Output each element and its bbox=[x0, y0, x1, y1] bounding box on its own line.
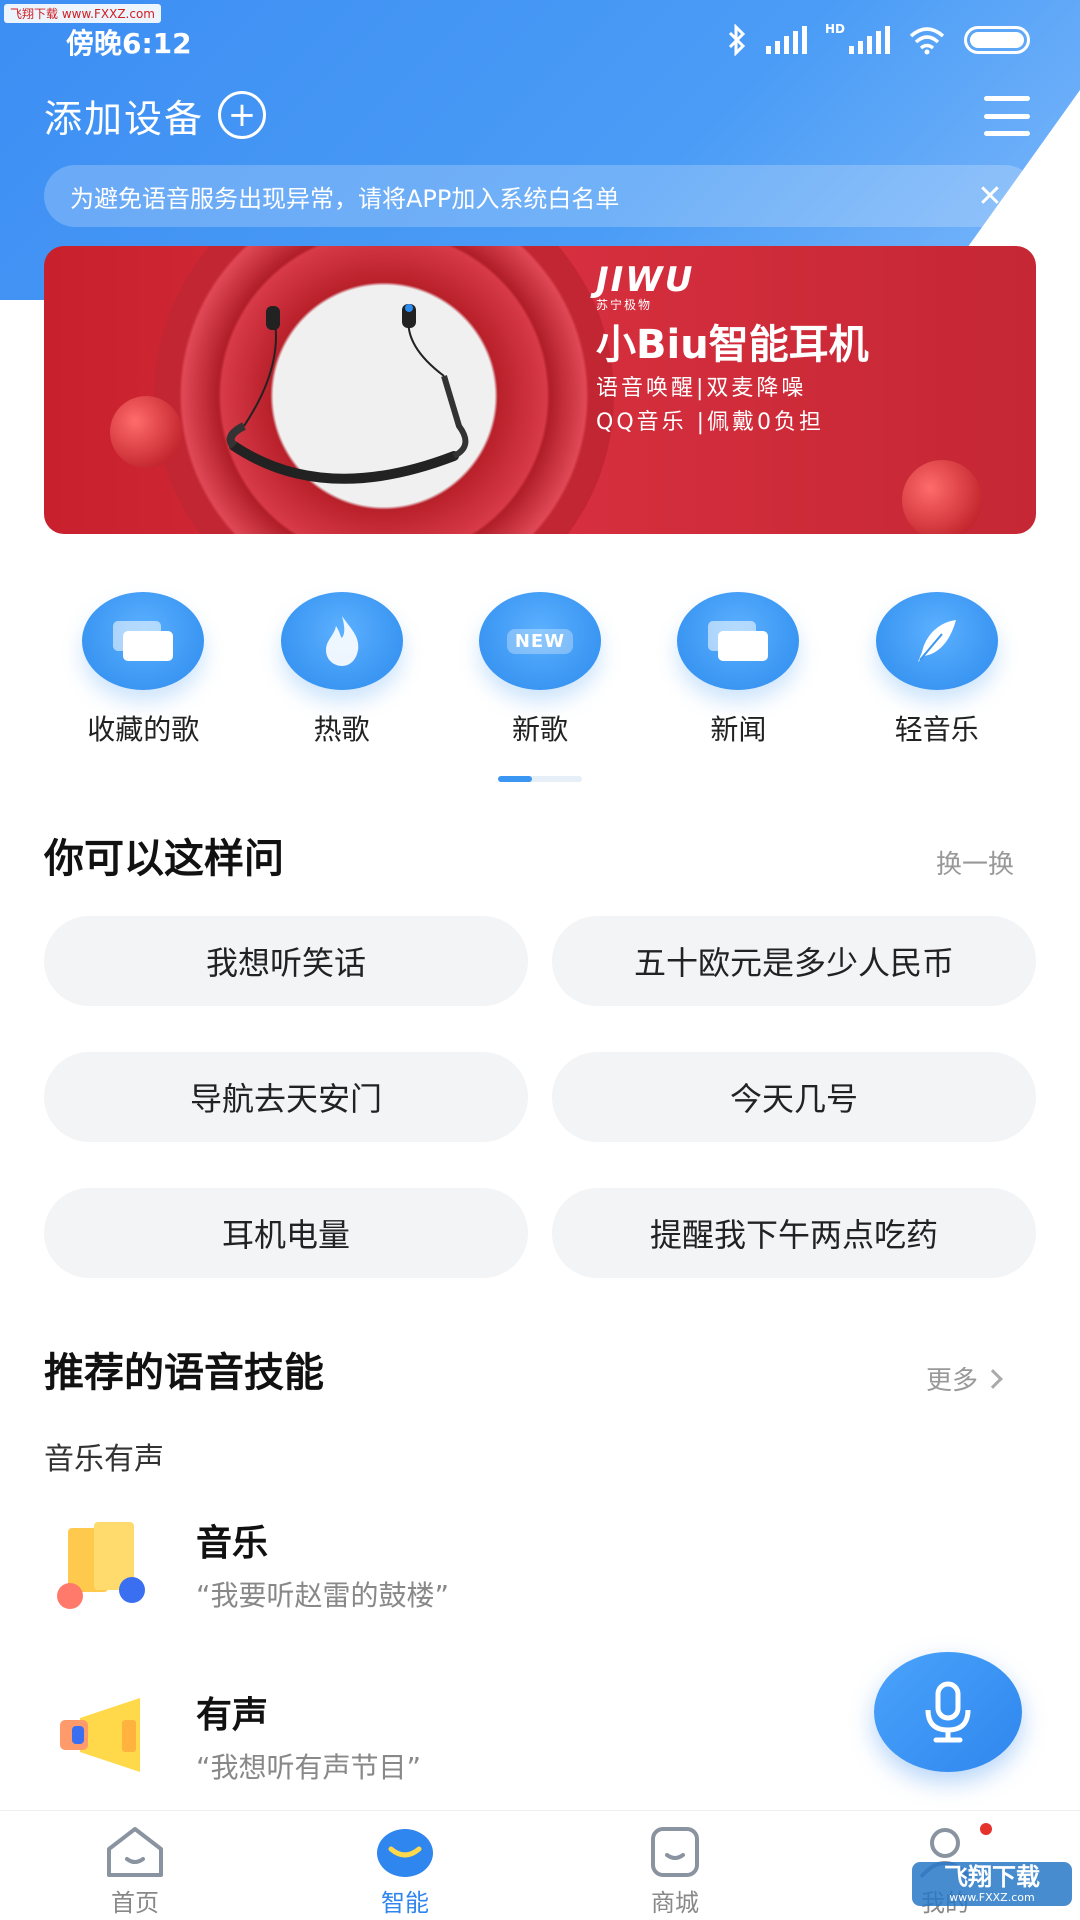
banner-feature-line-2: QQ音乐 |佩戴0负担 bbox=[596, 410, 825, 435]
skill-name: 音乐 bbox=[196, 1523, 269, 1564]
tab-smart[interactable]: 智能 bbox=[270, 1811, 540, 1920]
tab-label: 商城 bbox=[651, 1889, 699, 1917]
whitelist-notice: 为避免语音服务出现异常，请将APP加入系统白名单 ✕ bbox=[44, 165, 1036, 227]
chevron-right-icon bbox=[983, 1368, 1003, 1389]
category-light-music[interactable]: 轻音乐 bbox=[838, 592, 1036, 748]
suggestion-chip[interactable]: 耳机电量 bbox=[44, 1188, 528, 1278]
feather-icon bbox=[875, 592, 998, 690]
category-page-indicator bbox=[498, 776, 582, 782]
flame-icon bbox=[280, 592, 403, 690]
suggestion-chip[interactable]: 提醒我下午两点吃药 bbox=[552, 1188, 1036, 1278]
audio-skill-icon bbox=[60, 1698, 140, 1772]
news-icon bbox=[677, 592, 800, 690]
category-news[interactable]: 新闻 bbox=[639, 592, 837, 748]
banner-brand: JIWU 苏宁极物 bbox=[596, 260, 694, 313]
smart-icon bbox=[377, 1829, 433, 1877]
shop-icon bbox=[651, 1827, 699, 1877]
add-device-button[interactable]: + bbox=[218, 91, 267, 139]
banner-title: 小Biu智能耳机 bbox=[596, 322, 869, 368]
skills-section-title: 推荐的语音技能 bbox=[44, 1350, 324, 1396]
voice-input-button[interactable] bbox=[874, 1652, 1022, 1772]
wifi-icon bbox=[909, 27, 945, 55]
tab-label: 智能 bbox=[381, 1889, 429, 1917]
network-type-label: HD bbox=[824, 22, 845, 36]
category-hot-songs[interactable]: 热歌 bbox=[242, 592, 440, 748]
microphone-icon bbox=[925, 1681, 971, 1743]
suggestion-chip[interactable]: 我想听笑话 bbox=[44, 916, 528, 1006]
watermark-bottom: 飞翔下载 www.FXXZ.com bbox=[912, 1862, 1072, 1906]
notification-badge bbox=[980, 1823, 992, 1835]
status-bar: 傍晚6:12 HD bbox=[0, 0, 1080, 80]
menu-icon[interactable] bbox=[984, 96, 1030, 136]
music-skill-icon bbox=[57, 1522, 145, 1609]
watermark-title: 飞翔下载 bbox=[944, 1863, 1040, 1891]
refresh-button[interactable]: 换一换 bbox=[936, 844, 1014, 881]
category-label: 轻音乐 bbox=[894, 713, 979, 746]
category-label: 热歌 bbox=[313, 713, 370, 746]
watermark-url: www.FXXZ.com bbox=[949, 1891, 1035, 1904]
suggestion-chip[interactable]: 导航去天安门 bbox=[44, 1052, 528, 1142]
promo-banner[interactable]: JIWU 苏宁极物 小Biu智能耳机 语音唤醒|双麦降噪 QQ音乐 |佩戴0负担 bbox=[44, 246, 1036, 534]
status-icons: HD bbox=[726, 22, 1030, 58]
tab-label: 首页 bbox=[111, 1889, 159, 1917]
suggestion-chip[interactable]: 五十欧元是多少人民币 bbox=[552, 916, 1036, 1006]
close-icon[interactable]: ✕ bbox=[970, 179, 1010, 214]
ask-section-title: 你可以这样问 bbox=[44, 836, 284, 882]
more-label: 更多 bbox=[926, 1366, 979, 1396]
category-row: 收藏的歌 热歌 NEW 新歌 新闻 轻音乐 bbox=[44, 592, 1036, 748]
signal-hd-icon bbox=[849, 26, 890, 54]
add-device-row[interactable]: 添加设备 + bbox=[44, 88, 267, 142]
new-icon: NEW bbox=[478, 592, 601, 690]
notice-text: 为避免语音服务出现异常，请将APP加入系统白名单 bbox=[70, 184, 620, 213]
category-new-songs[interactable]: NEW 新歌 bbox=[441, 592, 639, 748]
category-label: 新闻 bbox=[710, 713, 767, 746]
skill-example: “我要听赵雷的鼓楼” bbox=[196, 1579, 450, 1612]
page-title: 添加设备 bbox=[44, 96, 205, 141]
category-label: 新歌 bbox=[511, 713, 568, 746]
skill-example: “我想听有声节目” bbox=[196, 1751, 422, 1784]
battery-icon bbox=[964, 26, 1030, 54]
banner-ball-decoration bbox=[110, 396, 182, 468]
banner-feature-line-1: 语音唤醒|双麦降噪 bbox=[596, 376, 807, 401]
more-button[interactable]: 更多 bbox=[926, 1360, 1003, 1397]
tab-mall[interactable]: 商城 bbox=[540, 1811, 810, 1920]
earphone-image bbox=[226, 304, 469, 484]
cards-icon bbox=[82, 592, 205, 690]
category-label: 收藏的歌 bbox=[87, 713, 200, 746]
skill-item-music[interactable]: 音乐 “我要听赵雷的鼓楼” bbox=[50, 1508, 1030, 1628]
home-icon bbox=[107, 1827, 163, 1877]
brand-logo: JIWU bbox=[596, 260, 695, 300]
category-favorites[interactable]: 收藏的歌 bbox=[44, 592, 242, 748]
tab-home[interactable]: 首页 bbox=[0, 1811, 270, 1920]
status-time: 傍晚6:12 bbox=[66, 27, 192, 60]
bluetooth-icon bbox=[728, 24, 746, 56]
skill-subcategory: 音乐有声 bbox=[44, 1442, 164, 1477]
suggestion-chip[interactable]: 今天几号 bbox=[552, 1052, 1036, 1142]
new-tag: NEW bbox=[506, 628, 574, 654]
suggestion-chips: 我想听笑话 五十欧元是多少人民币 导航去天安门 今天几号 耳机电量 提醒我下午两… bbox=[44, 916, 1036, 1278]
banner-ball-decoration bbox=[902, 460, 982, 534]
signal-icon bbox=[765, 26, 807, 54]
skill-name: 有声 bbox=[196, 1695, 269, 1736]
